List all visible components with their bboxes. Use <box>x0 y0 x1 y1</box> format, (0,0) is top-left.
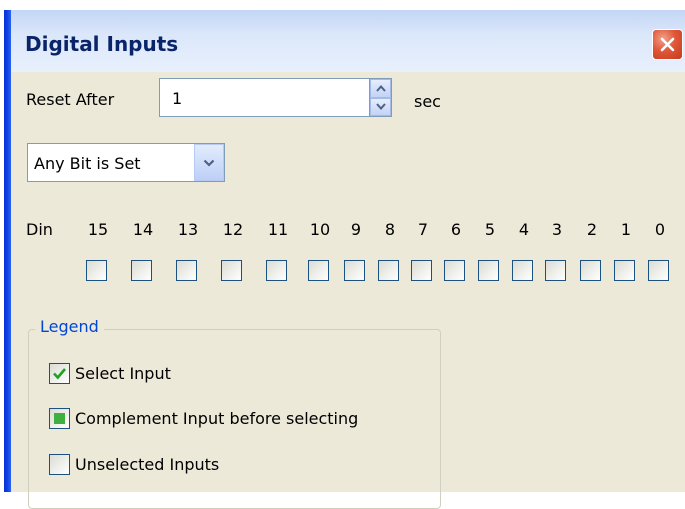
chevron-down-icon <box>375 103 386 111</box>
bit-label: 1 <box>620 220 632 239</box>
reset-after-input[interactable]: 1 <box>159 78 370 117</box>
bit-label: 10 <box>309 220 331 239</box>
bit-label: 15 <box>87 220 109 239</box>
bit-checkbox[interactable] <box>444 260 465 281</box>
bit-label: 11 <box>267 220 289 239</box>
checkmark-icon <box>53 368 66 380</box>
title-bar[interactable]: Digital Inputs <box>11 10 685 72</box>
dropdown-button[interactable] <box>194 144 224 181</box>
unchecked-checkbox <box>49 454 70 475</box>
bit-checkbox[interactable] <box>478 260 499 281</box>
spin-down-button[interactable] <box>370 97 391 116</box>
bit-labels-row: Din 15 14 13 12 11 10 9 8 7 6 5 4 3 2 1 … <box>11 220 685 240</box>
bit-checkbox[interactable] <box>512 260 533 281</box>
filled-square-icon <box>54 413 65 424</box>
close-button[interactable] <box>652 29 683 60</box>
close-icon <box>660 37 675 52</box>
reset-after-spinner[interactable] <box>370 78 392 117</box>
bit-checkbox[interactable] <box>176 260 197 281</box>
din-label: Din <box>26 220 53 239</box>
bit-label: 8 <box>384 220 396 239</box>
bit-checkbox[interactable] <box>266 260 287 281</box>
bit-label: 4 <box>518 220 530 239</box>
bit-label: 12 <box>222 220 244 239</box>
bit-label: 3 <box>551 220 563 239</box>
trigger-mode-value: Any Bit is Set <box>34 154 141 173</box>
chevron-up-icon <box>375 84 386 92</box>
bit-label: 7 <box>417 220 429 239</box>
window-title: Digital Inputs <box>25 32 179 56</box>
bit-label: 6 <box>450 220 462 239</box>
checked-checkbox <box>49 363 70 384</box>
bit-label: 9 <box>350 220 362 239</box>
bit-checkbox[interactable] <box>86 260 107 281</box>
legend-item-label: Select Input <box>75 364 171 383</box>
complement-checkbox <box>49 408 70 429</box>
bit-checkbox[interactable] <box>308 260 329 281</box>
bit-checkbox[interactable] <box>221 260 242 281</box>
bit-label: 0 <box>654 220 666 239</box>
dialog-body: Reset After 1 sec Any Bit is Set Din 15 … <box>11 72 685 509</box>
legend-item-label: Complement Input before selecting <box>75 409 359 428</box>
bit-checkbox[interactable] <box>378 260 399 281</box>
bit-checkbox[interactable] <box>545 260 566 281</box>
bit-checkbox[interactable] <box>648 260 669 281</box>
bit-checkbox[interactable] <box>614 260 635 281</box>
bit-label: 14 <box>132 220 154 239</box>
legend-title: Legend <box>35 317 104 336</box>
chevron-down-icon <box>203 159 215 167</box>
bit-checkbox[interactable] <box>411 260 432 281</box>
reset-after-unit: sec <box>414 92 441 111</box>
window-frame-left <box>4 10 11 492</box>
trigger-mode-select[interactable]: Any Bit is Set <box>27 143 225 182</box>
bit-label: 5 <box>484 220 496 239</box>
spin-up-button[interactable] <box>370 79 391 98</box>
bit-checkbox-row <box>11 260 685 284</box>
bit-label: 2 <box>586 220 598 239</box>
bit-checkbox[interactable] <box>344 260 365 281</box>
bit-checkbox[interactable] <box>580 260 601 281</box>
bit-checkbox[interactable] <box>131 260 152 281</box>
bit-label: 13 <box>177 220 199 239</box>
legend-item-label: Unselected Inputs <box>75 455 220 474</box>
reset-after-label: Reset After <box>26 90 115 109</box>
